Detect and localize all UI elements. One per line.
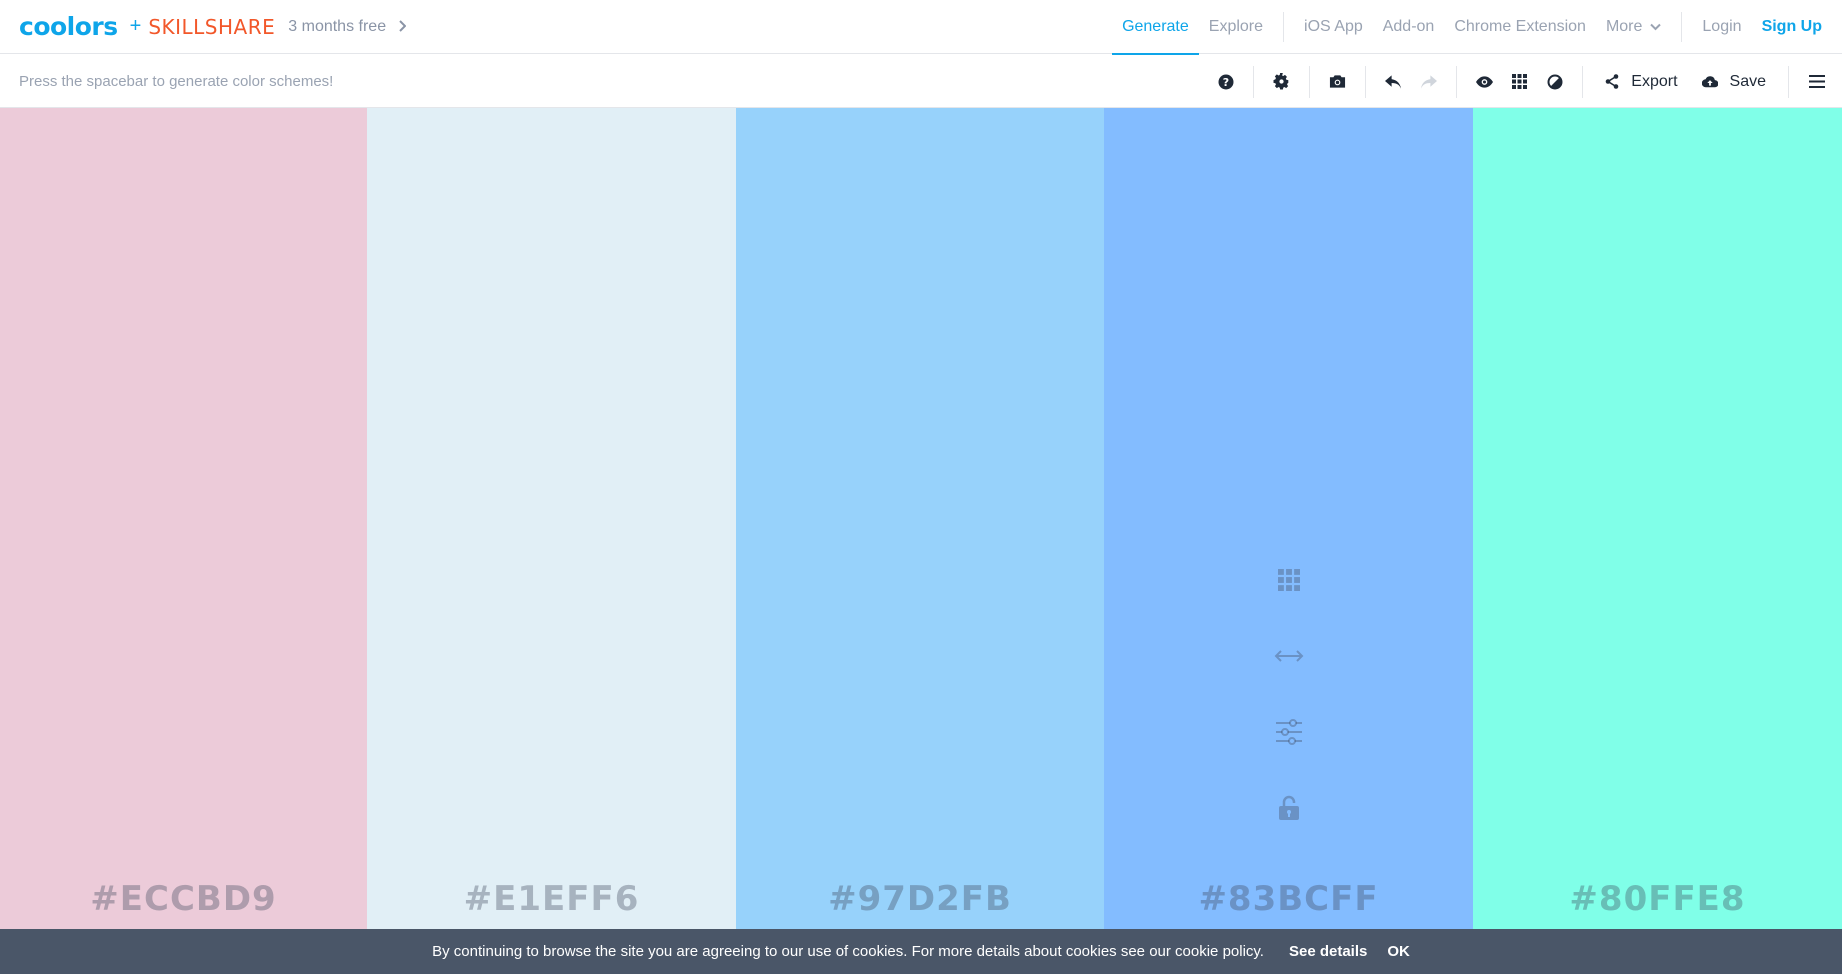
cookie-message: By continuing to browse the site you are… [432,943,1264,960]
toolbar-divider [1456,65,1458,98]
swatch-5[interactable]: #80FFE8 [1473,108,1842,929]
toolbar-divider [1309,65,1311,98]
view-icon[interactable] [1467,55,1502,108]
nav-sign-up[interactable]: Sign Up [1752,0,1832,54]
chevron-right-icon [398,19,407,35]
settings-icon[interactable] [1264,55,1299,108]
shades-grid-icon[interactable] [1269,560,1309,600]
nav-login[interactable]: Login [1692,0,1751,54]
swatch-hex[interactable]: #80FFE8 [1473,879,1842,919]
nav-divider [1681,12,1683,42]
swatch-tools [1104,560,1473,864]
save-button[interactable]: Save [1690,55,1778,108]
svg-text:?: ? [1223,76,1229,89]
generator-toolbar: Press the spacebar to generate color sch… [0,55,1842,108]
undo-icon[interactable] [1376,55,1411,108]
contrast-icon[interactable] [1537,55,1572,108]
help-icon[interactable]: ? [1208,55,1243,108]
swatch-3[interactable]: #97D2FB [736,108,1104,929]
promo-label: 3 months free [288,17,387,35]
unlock-icon[interactable] [1269,788,1309,828]
nav-add-on[interactable]: Add-on [1373,0,1445,54]
save-label: Save [1729,72,1766,90]
swatch-hex[interactable]: #E1EFF6 [367,879,736,919]
swatch-1[interactable]: #ECCBD9 [0,108,367,929]
nav-ios-app[interactable]: iOS App [1294,0,1373,54]
color-palette: #ECCBD9 #E1EFF6 #97D2FB #83BCFF #80FFE8 [0,108,1842,929]
swatch-hex[interactable]: #83BCFF [1104,879,1473,919]
grid-icon[interactable] [1502,55,1537,108]
camera-icon[interactable] [1320,55,1355,108]
brand[interactable]: coolors + SKILLSHARE [19,0,275,54]
export-button[interactable]: Export [1593,55,1689,108]
top-navbar: coolors + SKILLSHARE 3 months free Gener… [0,0,1842,55]
nav-generate[interactable]: Generate [1112,0,1199,55]
nav-chrome-extension[interactable]: Chrome Extension [1444,0,1596,54]
toolbar-divider [1788,65,1789,98]
toolbar-actions: ? Export Save [1208,55,1842,108]
cloud-upload-icon [1701,76,1718,88]
swatch-4[interactable]: #83BCFF [1104,108,1473,929]
nav-divider [1283,12,1285,42]
menu-icon[interactable] [1799,55,1834,108]
logo-plus: + [129,15,142,37]
spacebar-hint: Press the spacebar to generate color sch… [19,72,334,90]
adjust-sliders-icon[interactable] [1269,712,1309,752]
nav-more[interactable]: More [1596,0,1671,54]
drag-arrows-icon[interactable] [1269,636,1309,676]
promo-link[interactable]: 3 months free [288,17,407,36]
nav-more-label: More [1605,18,1643,35]
nav-links: Generate Explore iOS App Add-on Chrome E… [1112,0,1842,55]
skillshare-logo[interactable]: SKILLSHARE [148,17,275,37]
toolbar-divider [1582,65,1584,98]
share-icon [1605,74,1619,89]
see-details-link[interactable]: See details [1289,943,1367,960]
nav-explore[interactable]: Explore [1199,0,1273,54]
cookie-banner: By continuing to browse the site you are… [0,929,1842,974]
export-label: Export [1631,72,1678,90]
toolbar-divider [1365,65,1367,98]
chevron-down-icon [1650,20,1662,34]
redo-icon[interactable] [1411,55,1446,108]
cookie-ok-button[interactable]: OK [1387,943,1410,960]
swatch-hex[interactable]: #97D2FB [736,879,1104,919]
toolbar-divider [1253,65,1255,98]
swatch-2[interactable]: #E1EFF6 [367,108,736,929]
swatch-hex[interactable]: #ECCBD9 [0,879,367,919]
coolors-logo[interactable]: coolors [19,14,118,39]
